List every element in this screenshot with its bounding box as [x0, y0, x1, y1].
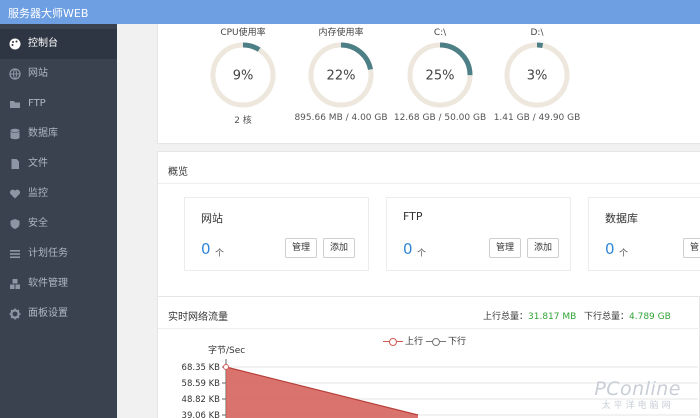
- overview-card-ftp: FTP 0 个 管理 添加: [386, 197, 571, 271]
- card-unit: 个: [417, 249, 427, 259]
- sidebar-item-label: 计划任务: [28, 248, 68, 259]
- watermark: PConline 太平洋电脑网: [594, 378, 681, 411]
- gauge-subtitle: 1.41 GB / 49.90 GB: [493, 113, 581, 123]
- main-content: CPU使用率 9% 2 核 内存使用率 22% 895.66 MB / 4.00…: [117, 24, 700, 418]
- sidebar-item-database[interactable]: 数据库: [0, 119, 117, 149]
- shield-icon: [9, 218, 21, 230]
- gauge-title: C:\: [433, 28, 447, 38]
- app-title: 服务器大师WEB: [8, 7, 89, 20]
- gauge-disk-c: C:\ 25% 12.68 GB / 50.00 GB: [385, 27, 495, 123]
- overview-card-database: 数据库 0 个 管: [588, 197, 700, 271]
- add-button[interactable]: 添加: [323, 238, 356, 258]
- card-title: 网站: [201, 212, 223, 225]
- download-total-label: 下行总量：: [584, 312, 630, 322]
- sidebar-item-label: 控制台: [28, 38, 58, 49]
- sidebar-item-label: 网站: [28, 68, 48, 79]
- y-tick-label: 58.59 KB: [182, 379, 221, 389]
- sidebar-item-label: 安全: [28, 218, 48, 229]
- network-title: 实时网络流量: [168, 312, 228, 323]
- sidebar-item-label: 数据库: [28, 128, 58, 139]
- chart-unit-label: 字节/Sec: [208, 345, 245, 356]
- sidebar-item-software[interactable]: 软件管理: [0, 269, 117, 299]
- gauge-value: 3%: [527, 69, 548, 84]
- sidebar-item-ftp[interactable]: FTP: [0, 89, 117, 119]
- card-title: 数据库: [605, 212, 638, 225]
- gauge-disk-d: D:\ 3% 1.41 GB / 49.90 GB: [482, 27, 592, 123]
- gauge-value: 25%: [426, 69, 455, 84]
- upload-total-value: 31.817 MB: [528, 312, 577, 322]
- gauge-ring: 22%: [308, 42, 374, 108]
- gauge-ring: 9%: [210, 42, 276, 108]
- globe-icon: [9, 68, 21, 80]
- gauge-ring: 3%: [504, 42, 570, 108]
- chart-series: [223, 364, 419, 418]
- upload-total-label: 上行总量：: [483, 312, 529, 322]
- gauge-value: 22%: [327, 69, 356, 84]
- sidebar-item-label: 面板设置: [28, 308, 68, 319]
- sidebar-item-settings[interactable]: 面板设置: [0, 299, 117, 329]
- add-button[interactable]: 添加: [527, 238, 560, 258]
- cubes-icon: [9, 278, 21, 290]
- divider: [158, 328, 700, 329]
- sidebar-item-label: FTP: [28, 98, 46, 109]
- sidebar-item-label: 监控: [28, 188, 48, 199]
- sidebar-item-cron[interactable]: 计划任务: [0, 239, 117, 269]
- manage-button[interactable]: 管理: [285, 238, 318, 258]
- sidebar-item-security[interactable]: 安全: [0, 209, 117, 239]
- card-count[interactable]: 0: [403, 240, 413, 258]
- gauge-memory: 内存使用率 22% 895.66 MB / 4.00 GB: [286, 27, 396, 123]
- overview-panel: 概览 网站 0 个 管理 添加 FTP 0 个 管理 添加 数据库 0 个 管: [157, 151, 700, 307]
- sidebar-item-label: 软件管理: [28, 278, 68, 289]
- heartbeat-icon: [9, 188, 21, 200]
- status-panel: CPU使用率 9% 2 核 内存使用率 22% 895.66 MB / 4.00…: [157, 24, 700, 144]
- manage-button[interactable]: 管: [683, 238, 700, 258]
- gauge-title: 内存使用率: [318, 28, 364, 38]
- sidebar-item-files[interactable]: 文件: [0, 149, 117, 179]
- top-bar: 服务器大师WEB: [0, 0, 700, 24]
- manage-button[interactable]: 管理: [489, 238, 522, 258]
- gauge-title: CPU使用率: [220, 28, 266, 38]
- gauge-ring: 25%: [407, 42, 473, 108]
- sidebar-item-label: 文件: [28, 158, 48, 169]
- gauge-value: 9%: [233, 69, 254, 84]
- y-tick-label: 39.06 KB: [182, 411, 221, 418]
- database-icon: [9, 128, 21, 140]
- watermark-subtitle: 太平洋电脑网: [601, 401, 674, 411]
- sidebar-item-monitor[interactable]: 监控: [0, 179, 117, 209]
- card-count[interactable]: 0: [605, 240, 615, 258]
- upload-total: 上行总量：31.817 MB: [483, 309, 576, 322]
- folder-icon: [9, 98, 21, 110]
- overview-title: 概览: [168, 167, 188, 178]
- file-icon: [9, 158, 21, 170]
- download-total: 下行总量：4.789 GB: [584, 309, 671, 322]
- sidebar-item-dashboard[interactable]: 控制台: [0, 29, 117, 59]
- gauge-cpu: CPU使用率 9% 2 核: [188, 27, 298, 126]
- gauge-subtitle: 895.66 MB / 4.00 GB: [294, 113, 388, 123]
- card-unit: 个: [619, 249, 629, 259]
- sidebar: 控制台 网站 FTP 数据库 文件 监控 安全 计划任务 软件管理 面板设置: [0, 24, 117, 418]
- gauge-subtitle: 2 核: [234, 116, 252, 126]
- download-total-value: 4.789 GB: [629, 312, 671, 322]
- upload-point[interactable]: [223, 364, 229, 370]
- palette-icon: [9, 38, 21, 50]
- card-unit: 个: [215, 249, 225, 259]
- card-title: FTP: [403, 210, 423, 223]
- y-tick-label: 48.82 KB: [182, 395, 221, 405]
- card-count[interactable]: 0: [201, 240, 211, 258]
- gear-icon: [9, 308, 21, 320]
- sidebar-item-website[interactable]: 网站: [0, 59, 117, 89]
- divider: [158, 183, 700, 184]
- list-icon: [9, 248, 21, 260]
- network-panel: 实时网络流量 上行总量：31.817 MB 下行总量：4.789 GB 上行 下…: [157, 296, 700, 418]
- y-tick-label: 68.35 KB: [182, 363, 221, 373]
- watermark-logo: PConline: [594, 378, 681, 400]
- gauge-title: D:\: [530, 28, 544, 38]
- overview-card-website: 网站 0 个 管理 添加: [184, 197, 369, 271]
- gauge-subtitle: 12.68 GB / 50.00 GB: [393, 113, 487, 123]
